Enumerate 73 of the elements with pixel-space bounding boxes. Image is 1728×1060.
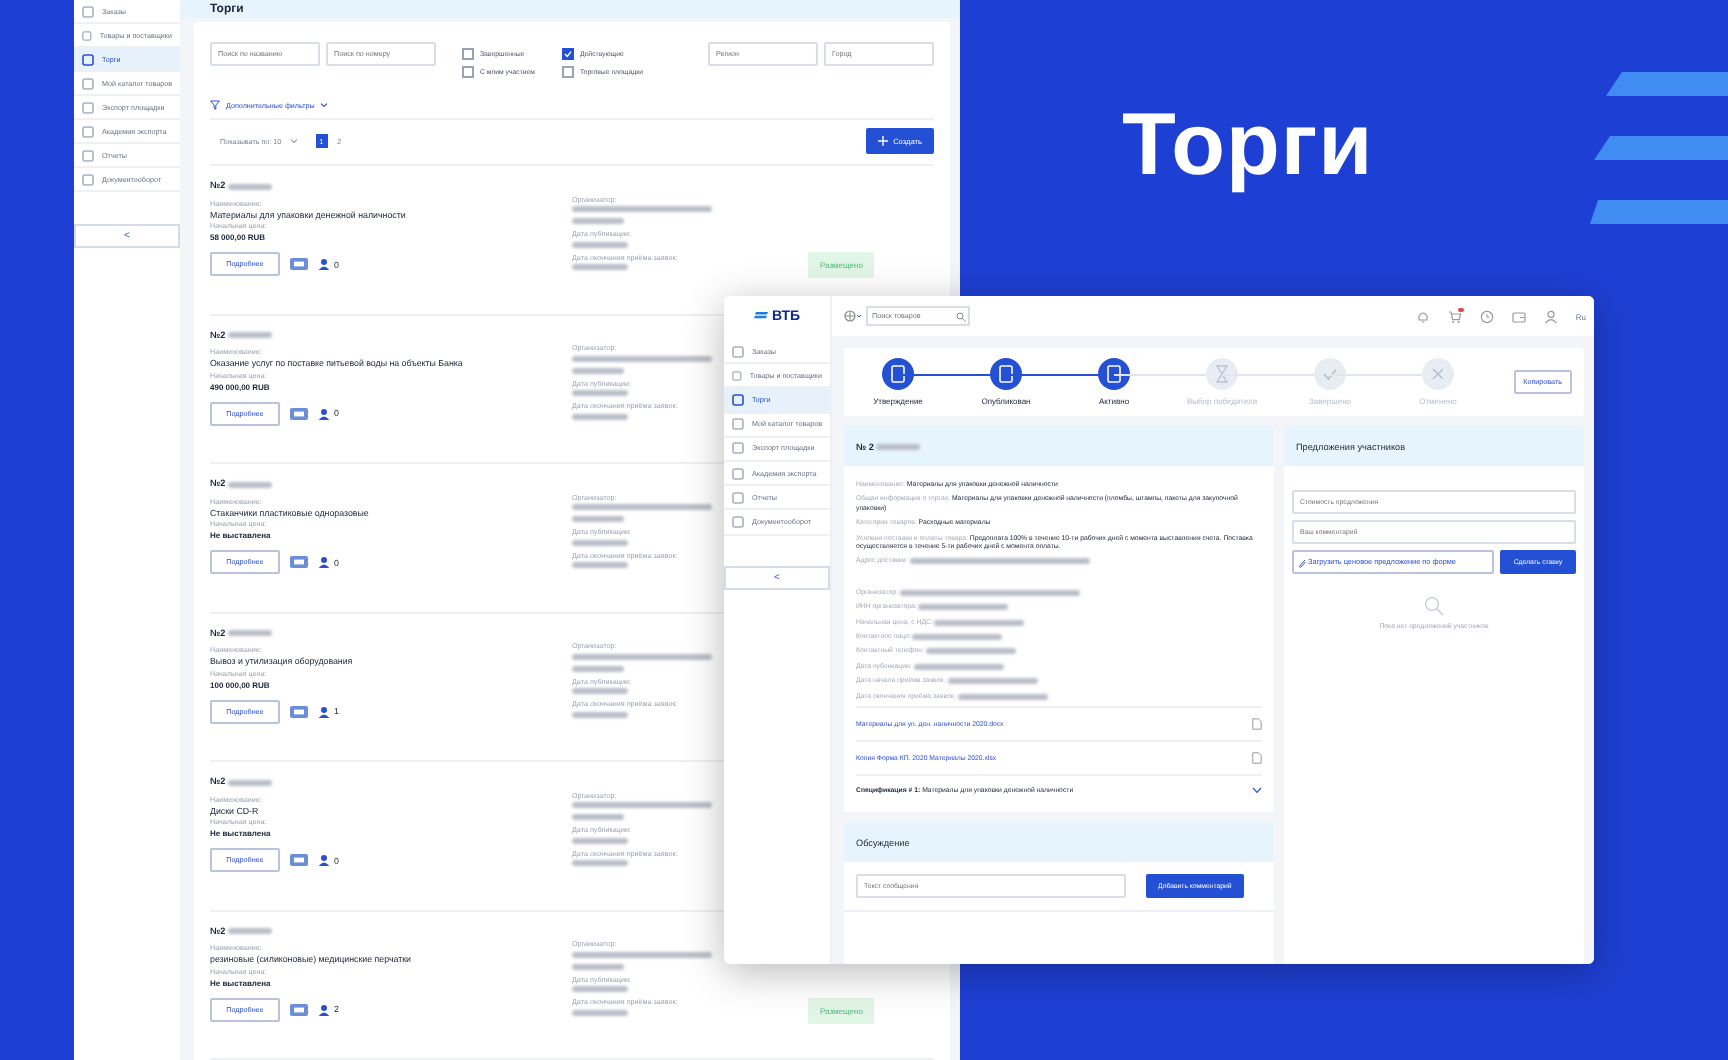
checkbox[interactable] xyxy=(462,48,474,60)
blurred-text xyxy=(572,413,628,419)
blurred-text xyxy=(572,951,712,957)
blurred-text xyxy=(572,814,624,820)
wallet-icon xyxy=(1511,309,1526,323)
caret-icon xyxy=(289,138,298,144)
file-icon xyxy=(1252,718,1262,731)
checkbox[interactable] xyxy=(462,66,474,78)
blurred-text xyxy=(913,663,1004,670)
paperclip-icon xyxy=(1298,557,1306,567)
cart-icon xyxy=(1447,309,1462,323)
check-icon xyxy=(564,50,572,58)
blurred-text xyxy=(572,986,628,992)
blurred-text xyxy=(912,634,1003,641)
magnifier-icon xyxy=(1424,596,1444,616)
blurred-text xyxy=(947,678,1038,685)
globe-icon xyxy=(844,310,862,322)
blurred-text xyxy=(572,837,628,843)
blurred-text xyxy=(227,630,272,636)
ticket-icon xyxy=(290,556,308,568)
chevron-icon xyxy=(1252,786,1262,795)
ticket-icon xyxy=(290,705,308,717)
blurred-text xyxy=(227,779,272,785)
caret-icon xyxy=(320,102,329,108)
ticket-icon xyxy=(290,854,308,866)
blurred-text xyxy=(227,481,272,487)
logo-mark-icon xyxy=(753,311,768,321)
blurred-text xyxy=(572,367,624,373)
person-icon xyxy=(318,407,330,419)
blurred-text xyxy=(572,241,628,247)
filter-icon xyxy=(210,100,220,110)
person-icon xyxy=(318,556,330,568)
blurred-text xyxy=(572,206,712,212)
blurred-text xyxy=(572,1009,628,1015)
blurred-text xyxy=(572,504,712,510)
ticket-icon xyxy=(290,1003,308,1015)
blurred-text xyxy=(227,183,272,189)
blurred-text xyxy=(572,562,628,568)
bell-icon xyxy=(1415,309,1430,323)
person-icon xyxy=(318,705,330,717)
person-icon xyxy=(318,854,330,866)
user-icon xyxy=(1543,309,1558,323)
blurred-text xyxy=(572,355,712,361)
blurred-text xyxy=(572,711,628,717)
blurred-text xyxy=(918,604,1009,611)
blurred-text xyxy=(572,653,712,659)
search-icon xyxy=(956,311,966,321)
clock-icon xyxy=(1479,309,1494,323)
blurred-text xyxy=(572,802,712,808)
blurred-text xyxy=(227,332,272,338)
checkbox[interactable] xyxy=(562,48,574,60)
headline: Торги xyxy=(1122,96,1374,196)
blurred-text xyxy=(934,619,1025,626)
blurred-text xyxy=(957,693,1048,700)
file-icon xyxy=(1252,752,1262,765)
blurred-text xyxy=(875,443,920,449)
blurred-text xyxy=(572,390,628,396)
person-icon xyxy=(318,258,330,270)
ticket-icon xyxy=(290,407,308,419)
blurred-text xyxy=(227,928,272,934)
blurred-text xyxy=(572,688,628,694)
blurred-text xyxy=(572,860,628,866)
plus-icon xyxy=(877,136,888,146)
ticket-icon xyxy=(290,258,308,270)
blurred-text xyxy=(926,648,1016,655)
blurred-text xyxy=(572,963,624,969)
blurred-text xyxy=(572,665,624,671)
blurred-text xyxy=(572,539,628,545)
blurred-text xyxy=(572,264,628,270)
blurred-text xyxy=(572,516,624,522)
checkbox[interactable] xyxy=(562,66,574,78)
blurred-text xyxy=(572,218,624,224)
person-icon xyxy=(318,1003,330,1015)
